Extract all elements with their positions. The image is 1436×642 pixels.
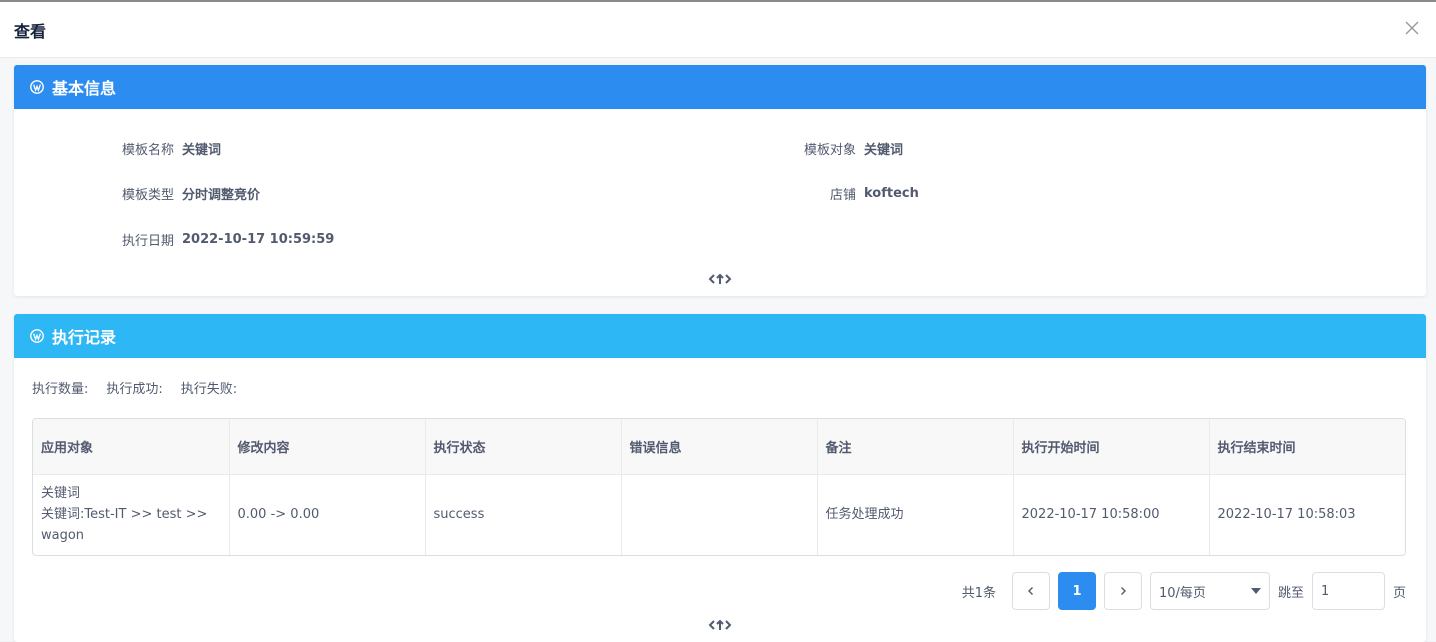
col-header[interactable]: 备注 (817, 419, 1014, 475)
cell-remark: 任务处理成功 (817, 474, 1014, 555)
field-label: 模板名称 (121, 143, 174, 158)
stat-count: 执行数量: (32, 382, 89, 397)
cell-change: 0.00 -> 0.00 (229, 474, 426, 555)
view-modal: 查看 基本信息 模板名称 关键词 模板对象 关键词 模板类型 分时调整竞价 店铺… (0, 0, 1436, 642)
col-header[interactable]: 修改内容 (229, 419, 426, 475)
table-row[interactable]: 关键词 关键词:Test-IT >> test >> wagon 0.00 ->… (33, 474, 1405, 555)
records-table: 应用对象 修改内容 执行状态 错误信息 备注 执行开始时间 执行结束时间 关键词… (32, 418, 1406, 556)
close-icon[interactable] (1402, 18, 1422, 38)
wordpress-icon (30, 80, 44, 94)
col-header[interactable]: 执行开始时间 (1013, 419, 1210, 475)
basic-info-body: 模板名称 关键词 模板对象 关键词 模板类型 分时调整竞价 店铺 koftech… (14, 109, 1426, 296)
page-size-value: 10/每页 (1158, 585, 1206, 601)
page-button-current[interactable]: 1 (1057, 572, 1096, 610)
pagination-total: 共1条 (961, 585, 996, 601)
basic-info-card: 基本信息 模板名称 关键词 模板对象 关键词 模板类型 分时调整竞价 店铺 ko… (14, 65, 1426, 296)
cell-status: success (425, 474, 622, 555)
cell-start-time: 2022-10-17 10:58:00 (1013, 474, 1210, 555)
exec-stats: 执行数量: 执行成功: 执行失败: (14, 358, 1426, 397)
field-value: 分时调整竞价 (182, 188, 261, 203)
next-page-button[interactable] (1103, 572, 1142, 610)
exec-records-header: 执行记录 (14, 314, 1426, 358)
basic-info-title: 基本信息 (52, 79, 117, 98)
field-shop: 店铺 koftech (792, 184, 919, 203)
pagination: 共1条 1 10/每页 跳至 页 (962, 572, 1406, 610)
stat-success: 执行成功: (106, 382, 163, 397)
modal-title: 查看 (14, 21, 47, 41)
chevron-right-icon (1120, 587, 1126, 595)
jump-label: 跳至 (1277, 585, 1304, 601)
field-template-type: 模板类型 分时调整竞价 (110, 184, 260, 203)
col-header[interactable]: 错误信息 (621, 419, 818, 475)
collapse-toggle-icon[interactable] (707, 617, 733, 633)
field-template-name: 模板名称 关键词 (110, 139, 221, 158)
col-header[interactable]: 应用对象 (33, 419, 230, 475)
caret-down-icon (1250, 588, 1261, 594)
field-value: 2022-10-17 10:59:59 (182, 232, 335, 247)
modal-header: 查看 (0, 2, 1436, 58)
modal-body: 基本信息 模板名称 关键词 模板对象 关键词 模板类型 分时调整竞价 店铺 ko… (0, 58, 1436, 642)
field-value: 关键词 (864, 143, 904, 158)
prev-page-button[interactable] (1011, 572, 1050, 610)
chevron-left-icon (1027, 587, 1033, 595)
field-label: 模板类型 (121, 188, 174, 203)
page-size-select[interactable]: 10/每页 (1149, 572, 1270, 610)
target-type: 关键词 (41, 486, 81, 502)
table-header-row: 应用对象 修改内容 执行状态 错误信息 备注 执行开始时间 执行结束时间 (33, 419, 1405, 475)
exec-records-card: 执行记录 执行数量: 执行成功: 执行失败: 应用对象 修改内容 执行状态 错误… (14, 314, 1426, 642)
basic-info-header: 基本信息 (14, 65, 1426, 109)
exec-records-title: 执行记录 (52, 328, 117, 347)
wordpress-icon (30, 329, 44, 343)
target-path: 关键词:Test-IT >> test >> wagon (41, 507, 208, 544)
jump-page-input[interactable] (1311, 572, 1385, 610)
field-label: 模板对象 (803, 143, 856, 158)
col-header[interactable]: 执行结束时间 (1209, 419, 1405, 475)
stat-fail: 执行失败: (180, 382, 238, 397)
field-label: 执行日期 (121, 234, 174, 249)
cell-error (621, 474, 818, 555)
field-template-target: 模板对象 关键词 (792, 139, 903, 158)
field-label: 店铺 (829, 188, 856, 203)
cell-end-time: 2022-10-17 10:58:03 (1217, 507, 1356, 523)
field-value: koftech (864, 186, 919, 201)
cell-target: 关键词 关键词:Test-IT >> test >> wagon (33, 474, 230, 555)
col-header[interactable]: 执行状态 (425, 419, 622, 475)
field-value: 关键词 (182, 143, 222, 158)
field-exec-date: 执行日期 2022-10-17 10:59:59 (110, 230, 334, 249)
collapse-toggle-icon[interactable] (707, 271, 733, 287)
page-suffix: 页 (1392, 585, 1406, 601)
